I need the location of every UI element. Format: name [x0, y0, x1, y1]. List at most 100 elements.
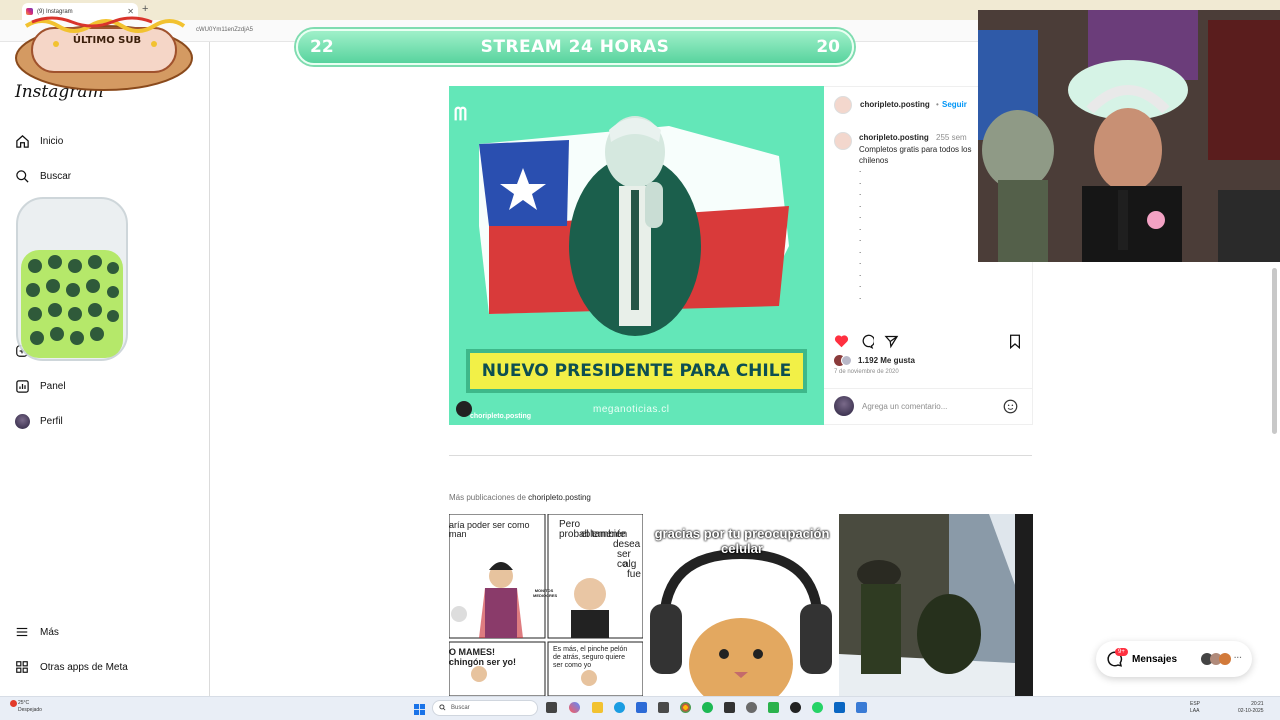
task-view-icon[interactable] — [546, 702, 557, 713]
comment-dot: . — [859, 176, 862, 186]
like-icon[interactable] — [834, 334, 849, 353]
sidebar-item-label: Perfil — [40, 415, 63, 427]
edge-icon[interactable] — [614, 702, 625, 713]
emoji-icon[interactable] — [1003, 399, 1018, 419]
comment-text: Completos gratis para todos los chilenos — [859, 145, 972, 165]
more-posts-account[interactable]: choripleto.posting — [528, 493, 591, 502]
settings-icon[interactable] — [746, 702, 757, 713]
comment-icon[interactable] — [859, 334, 876, 354]
banner-left-number: 22 — [310, 37, 334, 57]
sidebar-item-label: Buscar — [40, 170, 72, 182]
comment-dot: . — [859, 211, 862, 220]
profile-icon — [14, 413, 30, 429]
cat-caption: gracias por tu preocupación celular — [654, 526, 830, 556]
comment-divider — [824, 388, 1033, 389]
region-code: LAA — [1190, 708, 1200, 714]
post-watermark: meganoticias.cl — [593, 404, 670, 415]
webcam-feed — [978, 10, 1280, 262]
meta-apps-icon — [14, 659, 30, 675]
taskbar-search-icon — [439, 703, 446, 713]
comment-author[interactable]: choripleto.posting — [859, 133, 929, 142]
sidebar-item-meta-apps[interactable]: Otras apps de Meta — [14, 658, 128, 676]
mega-logo-icon: ᗰ — [454, 104, 467, 124]
comic-text-2: man — [449, 529, 467, 539]
comment-dot: . — [859, 257, 862, 266]
stream-banner: 22 STREAM 24 HORAS 20 — [296, 29, 854, 65]
taskbar-search[interactable]: Buscar — [432, 700, 538, 716]
author-avatar[interactable] — [834, 96, 852, 114]
file-explorer-icon[interactable] — [592, 702, 603, 713]
menu-icon — [14, 624, 30, 640]
input-language[interactable]: ESP LAA — [1190, 701, 1200, 715]
sidebar-item-label: Más — [40, 626, 59, 638]
sidebar-item-buscar[interactable]: Buscar — [14, 167, 71, 185]
comic-text-10: chingón ser yo! — [449, 657, 517, 667]
sidebar-item-panel[interactable]: Panel — [14, 377, 66, 395]
comment-input[interactable]: Agrega un comentario... — [862, 402, 947, 411]
share-icon[interactable] — [884, 334, 899, 354]
taskbar-search-placeholder: Buscar — [451, 705, 470, 711]
sidebar-item-perfil[interactable]: Perfil — [14, 412, 63, 430]
comic-text-13: ser como yo — [553, 662, 592, 669]
sidebar-item-mas[interactable]: Más — [14, 623, 59, 641]
messages-badge: 9+ — [1115, 648, 1128, 656]
terminal-icon[interactable] — [724, 702, 735, 713]
comment-dot: . — [859, 245, 862, 255]
windows-start-icon[interactable] — [414, 702, 425, 720]
comic-text-12: de atrás, seguro quiere — [553, 654, 625, 661]
page-scrollbar[interactable] — [1272, 268, 1277, 434]
more-post-thumbnail[interactable]: aría poder ser como man Pero probablemen… — [449, 514, 643, 696]
comic-text-9: O MAMES! — [449, 647, 495, 657]
sidebar-item-label: Inicio — [40, 135, 64, 147]
dark-scene-thumbnail — [839, 514, 1033, 696]
weather-widget[interactable]: 25°C Despejado — [18, 700, 42, 714]
hotdog-overlay-graphic — [15, 16, 193, 91]
weather-temp: 25°C — [18, 700, 30, 706]
comic-text-11: Es más, el pinche pelón — [553, 646, 628, 653]
weather-alert-icon — [10, 700, 17, 707]
language-code: ESP — [1190, 701, 1201, 707]
comment-avatar[interactable] — [834, 132, 852, 150]
sidebar-item-label: Panel — [40, 380, 66, 392]
url-text: cWU0Ym11enZzdjA5 — [196, 27, 253, 33]
comic-text-8: fue — [627, 569, 641, 580]
store-icon[interactable] — [636, 702, 647, 713]
comment-age: 255 sem — [936, 133, 967, 142]
app-icon[interactable] — [658, 702, 669, 713]
whatsapp-icon[interactable] — [812, 702, 823, 713]
chrome-icon[interactable] — [680, 702, 691, 713]
messages-label: Mensajes — [1132, 653, 1178, 665]
sidebar-item-inicio[interactable]: Inicio — [14, 132, 63, 150]
home-icon — [14, 133, 30, 149]
obs-icon[interactable] — [790, 702, 801, 713]
weather-desc: Despejado — [18, 707, 42, 713]
more-post-thumbnail[interactable]: gracias por tu preocupación celular — [644, 514, 838, 696]
clock-date: 02-10-2025 — [1238, 708, 1264, 714]
app-photos-icon[interactable] — [856, 702, 867, 713]
message-avatars: ··· — [1201, 653, 1242, 665]
comment-dot: . — [859, 188, 862, 197]
comic-tag: MONITOS MEDIOCRES — [533, 588, 558, 598]
spotify-icon[interactable] — [702, 702, 713, 713]
search-icon — [14, 168, 30, 184]
comment-dot: . — [859, 199, 862, 209]
save-icon[interactable] — [1008, 334, 1022, 354]
clock-time: 20:21 — [1251, 701, 1264, 707]
comment-dot: . — [859, 165, 862, 174]
post-credit-text: choripleto.posting — [470, 413, 532, 420]
post-image[interactable]: ᗰ NUEVO PRESIDENTE PARA CHILE meganotici… — [449, 86, 824, 425]
webcam-scene — [978, 10, 1280, 262]
messages-button[interactable]: Mensajes ··· — [1096, 641, 1252, 677]
system-clock[interactable]: 20:21 02-10-2025 — [1238, 701, 1264, 715]
app-blue-icon[interactable] — [834, 702, 845, 713]
comment-dot: . — [859, 291, 862, 301]
more-post-thumbnail[interactable] — [839, 514, 1033, 696]
app-green-icon[interactable] — [768, 702, 779, 713]
likers-avatars — [834, 355, 854, 367]
follow-button[interactable]: Seguir — [942, 100, 967, 109]
copilot-icon[interactable] — [569, 702, 580, 713]
likes-count[interactable]: 1.192 Me gusta — [858, 356, 915, 365]
section-divider — [449, 455, 1032, 456]
post-author[interactable]: choripleto.posting — [860, 100, 930, 109]
comment-dot: . — [859, 280, 862, 289]
